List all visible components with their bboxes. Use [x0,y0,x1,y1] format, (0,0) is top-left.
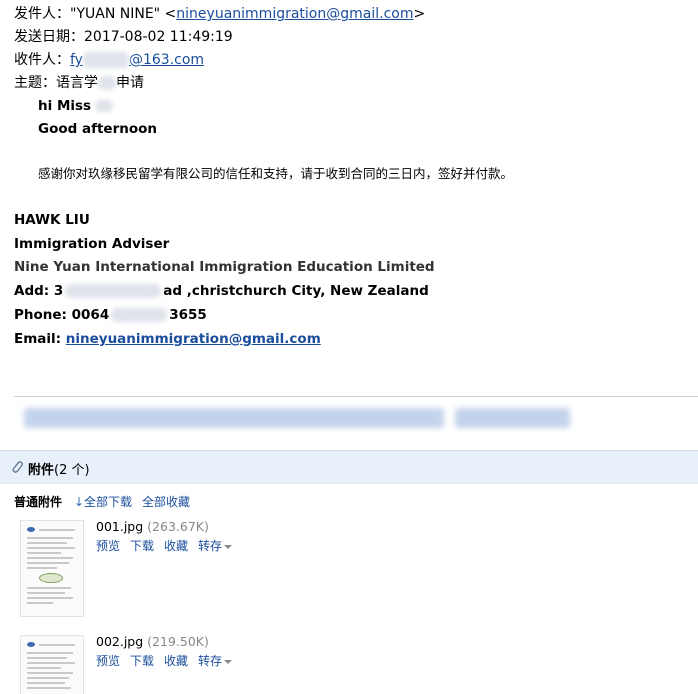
dropdown-caret-icon [224,659,233,664]
attachment-thumbnail-001[interactable] [20,520,84,617]
to-label: 收件人： [14,52,70,68]
address-label: Add: 3 [14,283,64,299]
attachment-actions-001: 预览 下载 收藏 转存 [96,538,233,554]
subject-line: 主题：语言学 申请 [14,74,144,92]
subject-start: 语言学 [56,75,98,91]
attachment-name-002: 002.jpg (219.50K) [96,634,209,650]
attachment-name-001: 001.jpg (263.67K) [96,519,209,535]
thumbnail-stamp-icon [39,573,63,583]
signature-phone: Phone: 0064 3655 [14,306,207,324]
download-all-button[interactable]: ↓全部下载 [74,495,132,509]
save-all-button[interactable]: 全部收藏 [142,495,190,509]
date-label: 发送日期： [14,29,84,45]
download-link[interactable]: 下载 [130,654,154,668]
download-link[interactable]: 下载 [130,539,154,553]
to-email-prefix: fy [70,52,83,68]
from-email-link[interactable]: nineyuanimmigration@gmail.com [176,6,413,22]
attachments-count: (2 个) [54,463,90,478]
from-name: "YUAN NINE" [70,6,161,22]
address-rest: ad ,christchurch City, New Zealand [163,283,429,299]
signature-company: Nine Yuan International Immigration Educ… [14,259,435,275]
file-size: (219.50K) [147,634,209,649]
redacted-to-email [82,52,129,68]
preview-link[interactable]: 预览 [96,654,120,668]
greeting-line-2: Good afternoon [38,121,158,137]
attachment-thumbnail-002[interactable] [20,635,84,694]
file-name: 001.jpg [96,519,144,534]
save-to-label: 转存 [198,654,223,668]
phone-rest: 3655 [169,307,207,323]
signature-role: Immigration Adviser [14,236,170,252]
favorite-link[interactable]: 收藏 [164,539,188,553]
attachments-title-text: 附件 [28,463,55,478]
preview-link[interactable]: 预览 [96,539,120,553]
redacted-name [95,100,114,112]
to-email-link[interactable]: fy @163.com [70,52,204,68]
message-body: 感谢你对玖缘移民留学有限公司的信任和支持，请于收到合同的三日内，签好并付款。 [38,166,514,181]
attachments-header: 附件(2 个) [0,450,698,484]
to-line: 收件人：fy @163.com [14,51,204,69]
attachments-toolbar: 普通附件 ↓全部下载 全部收藏 [14,494,200,510]
attachment-actions-002: 预览 下载 收藏 转存 [96,653,233,669]
signature-address: Add: 3 ad ,christchurch City, New Zealand [14,282,429,300]
from-line: 发件人："YUAN NINE" <nineyuanimmigration@gma… [14,5,425,23]
attachments-title: 附件(2 个) [28,459,90,478]
divider [14,396,698,397]
phone-label: Phone: 0064 [14,307,110,323]
from-bracket-close: > [413,6,426,22]
thumbnail-logo-icon [27,642,35,647]
subject-end: 申请 [116,75,144,91]
save-to-dropdown[interactable]: 转存 [198,539,233,553]
email-label: Email: [14,331,66,347]
greeting-text: hi Miss [38,98,92,114]
redacted-subject [98,76,116,90]
download-arrow-icon: ↓ [74,495,85,509]
signature-email: Email: nineyuanimmigration@gmail.com [14,330,321,348]
signature-email-link[interactable]: nineyuanimmigration@gmail.com [66,331,321,347]
greeting-line-1: hi Miss [38,97,114,115]
redacted-address [65,284,162,298]
favorite-link[interactable]: 收藏 [164,654,188,668]
download-all-label: 全部下载 [84,495,133,509]
redacted-strip-2 [455,408,570,428]
thumbnail-logo-icon [27,527,35,532]
from-bracket-open: < [160,6,177,22]
redacted-phone [111,308,168,322]
dropdown-caret-icon [224,544,233,549]
save-to-label: 转存 [198,539,223,553]
from-label: 发件人： [14,6,70,22]
signature-name: HAWK LIU [14,212,90,228]
paperclip-icon [12,461,23,473]
save-to-dropdown[interactable]: 转存 [198,654,233,668]
file-size: (263.67K) [147,519,209,534]
file-name: 002.jpg [96,634,144,649]
normal-attachments-label: 普通附件 [14,495,63,509]
date-value: 2017-08-02 11:49:19 [84,29,233,45]
subject-label: 主题： [14,75,56,91]
date-line: 发送日期：2017-08-02 11:49:19 [14,28,233,46]
redacted-strip-1 [24,408,444,428]
to-email-suffix: @163.com [128,52,205,68]
